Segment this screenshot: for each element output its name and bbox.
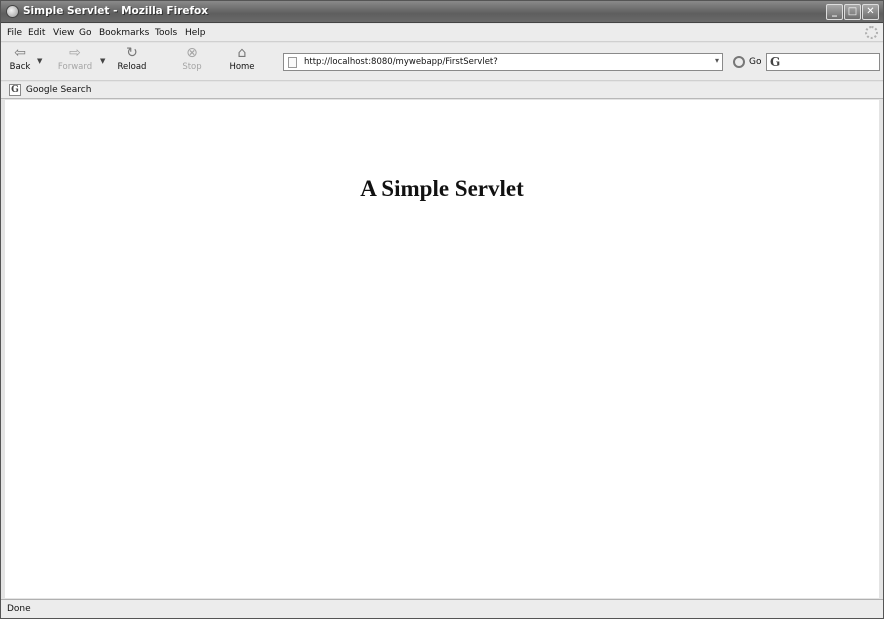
forward-history-dropdown-icon[interactable]: ▼ [100,57,105,65]
menu-go[interactable]: Go [79,28,91,38]
menu-edit[interactable]: Edit [28,28,45,38]
stop-label: Stop [182,62,202,72]
menu-view[interactable]: View [53,28,74,38]
reload-icon: ↻ [126,45,138,61]
minimize-button[interactable]: _ [826,4,843,20]
address-bar[interactable]: http://localhost:8080/mywebapp/FirstServ… [283,53,723,71]
stop-button[interactable]: ⊗ Stop [179,45,205,79]
bookmarks-toolbar: G Google Search [1,82,883,99]
firefox-icon [6,5,19,18]
page-icon [288,57,297,68]
address-text[interactable]: http://localhost:8080/mywebapp/FirstServ… [304,57,498,67]
forward-arrow-icon: ⇨ [69,45,81,61]
home-label: Home [229,62,255,72]
menu-tools[interactable]: Tools [155,28,177,38]
stop-icon: ⊗ [186,45,198,61]
forward-button[interactable]: ⇨ Forward [53,45,97,79]
reload-label: Reload [117,62,147,72]
window-title: Simple Servlet - Mozilla Firefox [23,5,209,17]
page-heading: A Simple Servlet [360,176,524,201]
menu-bookmarks[interactable]: Bookmarks [99,28,149,38]
menu-file[interactable]: File [7,28,22,38]
maximize-button[interactable]: □ [844,4,861,20]
status-bar: Done [1,599,883,618]
bookmark-label: Google Search [25,85,92,95]
bookmark-google-search[interactable]: G Google Search [9,84,91,97]
close-button[interactable]: ✕ [862,4,879,20]
status-text: Done [7,604,31,614]
reload-button[interactable]: ↻ Reload [115,45,149,79]
navigation-toolbar: ⇦ Back ▼ ⇨ Forward ▼ ↻ Reload ⊗ Stop ⌂ H… [1,43,883,81]
page-content: A Simple Servlet [5,100,879,598]
back-button[interactable]: ⇦ Back [5,45,35,79]
go-icon[interactable] [733,56,745,68]
home-button[interactable]: ⌂ Home [227,45,257,79]
home-icon: ⌂ [237,45,247,61]
google-search-icon[interactable]: G [770,55,780,69]
throbber-icon [865,26,878,39]
go-button[interactable]: Go [749,57,761,67]
back-history-dropdown-icon[interactable]: ▼ [37,57,42,65]
google-icon: G [9,84,21,96]
title-bar: Simple Servlet - Mozilla Firefox _ □ ✕ [1,1,883,23]
menu-help[interactable]: Help [185,28,206,38]
menu-bar: File Edit View Go Bookmarks Tools Help [1,24,883,42]
back-arrow-icon: ⇦ [14,45,26,61]
browser-window: Simple Servlet - Mozilla Firefox _ □ ✕ F… [0,0,884,619]
forward-label: Forward [57,62,93,72]
back-label: Back [9,62,31,72]
search-input[interactable]: G [766,53,880,71]
address-dropdown-icon[interactable]: ▾ [715,56,719,65]
